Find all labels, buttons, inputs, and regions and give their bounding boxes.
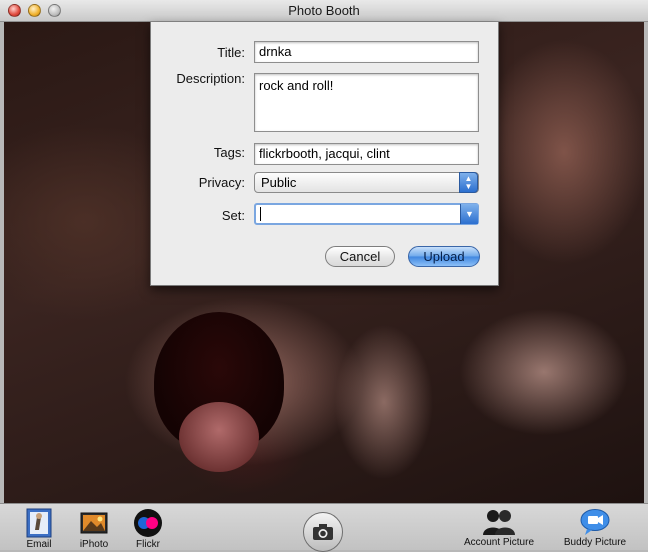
people-icon [483, 510, 515, 535]
set-label: Set: [221, 208, 245, 223]
title-label: Title: [217, 45, 245, 60]
chevron-down-icon[interactable]: ▼ [460, 204, 478, 224]
buddy-picture-button[interactable]: Buddy Picture [559, 508, 631, 548]
video-chat-icon [580, 509, 610, 535]
flickr-icon [134, 509, 162, 537]
flickr-button[interactable]: Flickr [131, 508, 165, 550]
account-picture-button[interactable]: Account Picture [458, 508, 540, 548]
window-titlebar: Photo Booth [0, 0, 648, 22]
iphoto-label: iPhoto [79, 539, 109, 550]
iphoto-icon [80, 512, 108, 534]
privacy-value: Public [261, 175, 297, 190]
account-picture-label: Account Picture [463, 537, 535, 548]
email-label: Email [26, 539, 52, 550]
cancel-button[interactable]: Cancel [325, 246, 395, 267]
bottom-toolbar: Email iPhoto Flickr Account Picture Budd… [0, 503, 648, 552]
privacy-label: Privacy: [198, 175, 245, 190]
text-caret [260, 207, 261, 221]
flickr-upload-sheet: Title: drnka Description: rock and roll!… [150, 22, 499, 286]
flickr-label: Flickr [136, 539, 160, 550]
email-button[interactable]: Email [22, 508, 56, 550]
tags-label: Tags: [213, 145, 245, 160]
camera-icon [313, 524, 333, 540]
privacy-popup[interactable]: Public ▲ ▼ [254, 172, 479, 193]
updown-arrows-icon: ▲ ▼ [459, 172, 478, 193]
buddy-picture-label: Buddy Picture [563, 537, 627, 548]
description-label: Description: [176, 71, 245, 86]
tags-field[interactable]: flickrbooth, jacqui, clint [254, 143, 479, 165]
description-field[interactable]: rock and roll! [254, 73, 479, 132]
set-combobox[interactable]: ▼ [254, 203, 479, 225]
title-field[interactable]: drnka [254, 41, 479, 63]
window-title: Photo Booth [288, 3, 360, 18]
envelope-stamp-icon [26, 508, 52, 538]
upload-button[interactable]: Upload [408, 246, 480, 267]
iphoto-button[interactable]: iPhoto [76, 508, 112, 550]
photo-detail [179, 402, 259, 472]
take-picture-button[interactable] [303, 512, 343, 552]
